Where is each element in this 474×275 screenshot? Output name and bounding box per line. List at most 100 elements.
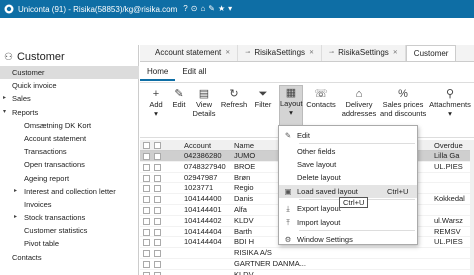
delivery-addresses-button[interactable]: ⌂ Delivery addresses xyxy=(340,87,378,118)
row-attachment-icon[interactable] xyxy=(154,196,161,204)
row-attachment-icon[interactable] xyxy=(154,250,161,258)
row-note-icon[interactable] xyxy=(143,196,150,204)
row-attachment-icon[interactable] xyxy=(154,217,161,225)
menu-item-other-fields[interactable]: Other fields xyxy=(279,145,417,158)
support-icon[interactable]: ⊙ xyxy=(191,4,198,14)
cell-extra xyxy=(432,183,474,193)
table-row[interactable]: KLDV xyxy=(140,270,474,275)
chevron-down-icon[interactable]: ▾ xyxy=(228,4,232,14)
table-row[interactable]: RISIKA A/S xyxy=(140,248,474,259)
ribbon-tab-edit-all[interactable]: Edit all xyxy=(175,63,213,81)
row-note-icon[interactable] xyxy=(143,163,150,171)
row-attachment-icon[interactable] xyxy=(154,163,161,171)
row-attachment-icon[interactable] xyxy=(154,228,161,236)
sidebar-item-ageing-report[interactable]: Ageing report xyxy=(0,172,139,185)
sidebar-item-interest-and-collection-letter[interactable]: ▸ Interest and collection letter xyxy=(0,185,139,198)
tab-account-statement[interactable]: Account statement ✕ xyxy=(148,45,239,61)
import-layout-icon: ⤒ xyxy=(286,218,290,227)
tab-risikasettings[interactable]: ⊸ RisikaSettings ✕ xyxy=(322,45,406,61)
view-details-button[interactable]: ▤ View Details xyxy=(192,87,216,118)
edit-icon: ✎ xyxy=(284,131,292,140)
sidebar-item-pivot-table[interactable]: Pivot table xyxy=(0,237,139,250)
row-attachment-icon[interactable] xyxy=(154,206,161,214)
note-icon[interactable] xyxy=(143,142,150,149)
ribbon-tabs: Home Edit all xyxy=(140,63,474,81)
layout-button[interactable]: ▦ Layout ▾ xyxy=(279,85,303,130)
sidebar-item-customer[interactable]: Customer xyxy=(0,66,139,80)
grid-scrollbar[interactable] xyxy=(470,140,474,275)
row-note-icon[interactable] xyxy=(143,174,150,182)
sidebar-item-account-statement[interactable]: Account statement xyxy=(0,132,139,145)
cell-account: 104144404 xyxy=(184,237,222,247)
menu-separator xyxy=(299,143,415,144)
menu-item-edit[interactable]: ✎ Edit xyxy=(279,129,417,142)
table-row[interactable]: GARTNER DANMA... xyxy=(140,259,474,270)
refresh-button[interactable]: ↻ Refresh xyxy=(220,87,248,110)
tab-overflow-spacer xyxy=(140,45,148,61)
close-icon[interactable]: ✕ xyxy=(225,45,230,61)
row-note-icon[interactable] xyxy=(143,206,150,214)
menu-item-shortcut xyxy=(387,171,417,184)
ribbon-tab-home[interactable]: Home xyxy=(140,63,176,81)
filter-button[interactable]: ⏷ Filter xyxy=(252,87,274,110)
sidebar-item-customer-statistics[interactable]: Customer statistics xyxy=(0,224,139,237)
cell-account: 104144400 xyxy=(184,194,222,204)
menu-item-import-layout[interactable]: ⤒ Import layout xyxy=(279,216,417,229)
row-attachment-icon[interactable] xyxy=(154,185,161,193)
column-header-account[interactable]: Account xyxy=(182,140,232,150)
sidebar-item-quick-invoice[interactable]: Quick invoice xyxy=(0,79,139,92)
sidebar-item-open-transactions[interactable]: Open transactions xyxy=(0,158,139,171)
row-note-icon[interactable] xyxy=(143,260,150,268)
row-note-icon[interactable] xyxy=(143,217,150,225)
help-icon[interactable]: ? xyxy=(183,4,187,14)
tab-customer[interactable]: Customer xyxy=(405,45,457,61)
home-icon[interactable]: ⌂ xyxy=(200,4,205,14)
row-note-icon[interactable] xyxy=(143,228,150,236)
cell-extra: ul.Warsz xyxy=(434,215,463,225)
row-note-icon[interactable] xyxy=(143,153,150,160)
add-button[interactable]: + Add ▾ xyxy=(146,87,166,118)
pin-icon[interactable]: ⊸ xyxy=(329,45,334,61)
sidebar-item-label: Sales xyxy=(12,94,31,104)
favorite-star-icon[interactable]: ★ xyxy=(218,4,225,14)
tab-label: RisikaSettings xyxy=(338,48,389,57)
sidebar-item-stock-transactions[interactable]: ▸ Stock transactions xyxy=(0,211,139,224)
chevron-down-icon[interactable]: ▾ xyxy=(3,106,6,119)
sidebar-item-transactions[interactable]: Transactions xyxy=(0,145,139,158)
attachment-icon[interactable] xyxy=(154,142,161,149)
sales-prices-button[interactable]: % Sales prices and discounts xyxy=(380,87,426,118)
menu-item-delete-layout[interactable]: Delete layout xyxy=(279,171,417,184)
chevron-right-icon[interactable]: ▸ xyxy=(14,185,17,198)
sidebar-item-sales[interactable]: ▸ Sales xyxy=(0,92,139,105)
layout-dropdown-menu: ✎ Edit Other fields Save layout Delete layou… xyxy=(278,125,418,245)
contacts-button[interactable]: ☏ Contacts xyxy=(306,87,336,110)
close-icon[interactable]: ✕ xyxy=(393,45,398,61)
chevron-right-icon[interactable]: ▸ xyxy=(3,92,6,105)
sidebar-item-reports[interactable]: ▾ Reports xyxy=(0,106,139,119)
title-bar: Uniconta (91) - Risika(58853)/kg@risika.… xyxy=(0,0,474,18)
sidebar-item-label: Contacts xyxy=(12,252,42,262)
tab-label: RisikaSettings xyxy=(254,48,306,57)
pin-icon[interactable]: ⊸ xyxy=(245,45,250,61)
edit-button[interactable]: ✎ Edit xyxy=(169,87,189,110)
tab-risikasettings[interactable]: ⊸ RisikaSettings ✕ xyxy=(238,45,323,61)
menu-item-save-layout[interactable]: Save layout xyxy=(279,158,417,171)
row-note-icon[interactable] xyxy=(143,239,150,247)
row-attachment-icon[interactable] xyxy=(154,260,161,268)
row-attachment-icon[interactable] xyxy=(154,239,161,247)
menu-item-window-settings[interactable]: ⚙ Window Settings xyxy=(279,233,417,246)
sidebar-item-omsætning-dk-kort[interactable]: Omsætning DK Kort xyxy=(0,119,139,132)
row-attachment-icon[interactable] xyxy=(154,174,161,182)
contacts-icon: ☏ xyxy=(314,88,328,100)
row-note-icon[interactable] xyxy=(143,185,150,193)
attachments-button[interactable]: ⚲ Attachments ▾ xyxy=(428,87,472,118)
close-icon[interactable]: ✕ xyxy=(309,45,314,61)
sidebar-item-invoices[interactable]: Invoices xyxy=(0,198,139,211)
chevron-right-icon[interactable]: ▸ xyxy=(14,211,17,224)
edit-icon[interactable]: ✎ xyxy=(208,4,215,14)
column-header-overdue[interactable]: Overdue xyxy=(432,140,474,150)
row-attachment-icon[interactable] xyxy=(154,153,161,160)
sidebar-item-label: Invoices xyxy=(24,199,52,209)
row-note-icon[interactable] xyxy=(143,250,150,258)
sidebar-item-contacts[interactable]: Contacts xyxy=(0,251,139,264)
